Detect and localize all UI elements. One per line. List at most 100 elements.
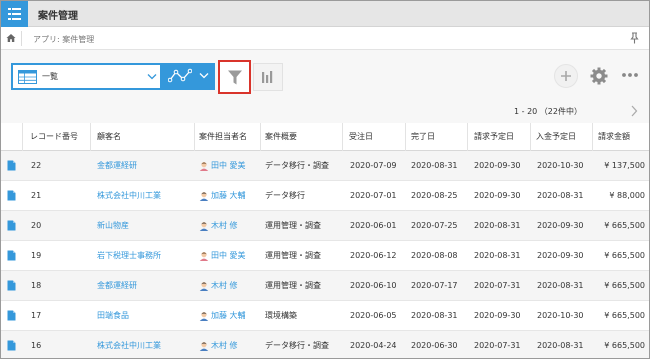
- chevron-right-icon[interactable]: [630, 105, 638, 117]
- table-row[interactable]: 20 新山物産 木村 修 運用管理・調査 2020-06-01 2020-07-25 202…: [1, 211, 649, 241]
- user-icon: [199, 252, 209, 261]
- done-date-cell: 2020-07-25: [411, 221, 458, 230]
- breadcrumb: アプリ: 案件管理: [1, 27, 649, 50]
- summary-cell: データ移行・調査: [265, 161, 329, 170]
- done-date-cell: 2020-07-17: [411, 281, 458, 290]
- customer-link[interactable]: 田端食品: [97, 301, 129, 331]
- summary-cell: 環境構築: [265, 311, 297, 320]
- amount-cell: ¥ 137,500: [604, 161, 645, 170]
- document-icon[interactable]: [7, 310, 16, 321]
- order-date-cell: 2020-06-10: [350, 281, 397, 290]
- table-row[interactable]: 16 株式会社中川工業 木村 修 データ移行・調査 2020-04-24 2020-06-…: [1, 331, 649, 358]
- done-date-cell: 2020-06-30: [411, 341, 458, 350]
- bill-date-cell: 2020-09-30: [474, 161, 521, 170]
- column-header[interactable]: レコード番号: [30, 123, 78, 151]
- more-icon[interactable]: [621, 71, 639, 79]
- customer-link[interactable]: 金都運経研: [97, 151, 137, 181]
- table-header: レコード番号 顧客名 案件担当者名 案件概要 受注日 完了日 請求予定日 入金予…: [1, 123, 649, 151]
- graph-view-button[interactable]: [253, 63, 283, 91]
- column-header[interactable]: 請求予定日: [474, 123, 514, 151]
- bill-date-cell: 2020-07-31: [474, 281, 521, 290]
- table-row[interactable]: 17 田端食品 加藤 大輔 環境構築 2020-06-05 2020-08-31 2020-…: [1, 301, 649, 331]
- document-icon[interactable]: [7, 160, 16, 171]
- assignee-link[interactable]: 加藤 大輔: [211, 181, 246, 211]
- app-list-icon[interactable]: [1, 1, 28, 27]
- order-date-cell: 2020-06-05: [350, 311, 397, 320]
- document-icon[interactable]: [7, 250, 16, 261]
- document-icon[interactable]: [7, 220, 16, 231]
- assignee-link[interactable]: 加藤 大輔: [211, 301, 246, 331]
- app-title: 案件管理: [38, 11, 78, 22]
- column-header[interactable]: 顧客名: [97, 123, 121, 151]
- assignee-link[interactable]: 木村 修: [211, 271, 238, 301]
- bill-date-cell: 2020-09-30: [474, 191, 521, 200]
- column-header[interactable]: 案件担当者名: [199, 123, 247, 151]
- amount-cell: ¥ 665,500: [604, 251, 645, 260]
- done-date-cell: 2020-08-08: [411, 251, 458, 260]
- customer-link[interactable]: 新山物産: [97, 211, 129, 241]
- table-row[interactable]: 22 金都運経研 田中 愛美 データ移行・調査 2020-07-09 2020-08-31…: [1, 151, 649, 181]
- customer-link[interactable]: 金都運経研: [97, 271, 137, 301]
- order-date-cell: 2020-06-12: [350, 251, 397, 260]
- record-number: 20: [31, 221, 42, 230]
- column-header[interactable]: 入金予定日: [536, 123, 576, 151]
- user-icon: [199, 312, 209, 321]
- payment-date-cell: 2020-10-30: [537, 161, 584, 170]
- column-header[interactable]: 受注日: [349, 123, 373, 151]
- record-number: 19: [31, 251, 42, 260]
- summary-cell: 運用管理・調査: [265, 251, 321, 260]
- bill-date-cell: 2020-07-31: [474, 341, 521, 350]
- column-header[interactable]: 案件概要: [265, 123, 297, 151]
- summary-cell: データ移行・調査: [265, 341, 329, 350]
- bar-chart-icon: [262, 71, 273, 83]
- payment-date-cell: 2020-10-30: [537, 311, 584, 320]
- order-date-cell: 2020-06-01: [350, 221, 397, 230]
- amount-cell: ¥ 665,500: [604, 221, 645, 230]
- bill-date-cell: 2020-08-31: [474, 251, 521, 260]
- document-icon[interactable]: [7, 190, 16, 201]
- record-number: 16: [31, 341, 42, 350]
- add-record-button[interactable]: [554, 64, 578, 88]
- customer-link[interactable]: 株式会社中川工業: [97, 181, 161, 211]
- table-row[interactable]: 18 金都運経研 木村 修 運用管理・調査 2020-06-10 2020-07-17 20…: [1, 271, 649, 301]
- summary-cell: 運用管理・調査: [265, 221, 321, 230]
- table-row[interactable]: 21 株式会社中川工業 加藤 大輔 データ移行 2020-07-01 2020-08-25…: [1, 181, 649, 211]
- document-icon[interactable]: [7, 340, 16, 351]
- plus-icon: [561, 71, 571, 81]
- user-icon: [199, 222, 209, 231]
- view-selector[interactable]: 一覧: [11, 63, 162, 90]
- order-date-cell: 2020-07-01: [350, 191, 397, 200]
- summary-cell: 運用管理・調査: [265, 281, 321, 290]
- amount-cell: ¥ 665,500: [604, 341, 645, 350]
- table-row[interactable]: 19 岩下税理士事務所 田中 愛美 運用管理・調査 2020-06-12 2020-08-…: [1, 241, 649, 271]
- assignee-link[interactable]: 田中 愛美: [211, 151, 246, 181]
- user-icon: [199, 162, 209, 171]
- customer-link[interactable]: 岩下税理士事務所: [97, 241, 161, 271]
- payment-date-cell: 2020-09-30: [537, 221, 584, 230]
- breadcrumb-divider: [21, 31, 22, 46]
- document-icon[interactable]: [7, 280, 16, 291]
- home-icon[interactable]: [6, 33, 16, 43]
- pagination-text: 1 - 20 （22件中）: [514, 107, 582, 116]
- breadcrumb-app-link[interactable]: アプリ: 案件管理: [33, 34, 94, 45]
- gear-icon[interactable]: [589, 66, 609, 86]
- graph-menu-button[interactable]: [162, 63, 215, 90]
- filter-button[interactable]: [218, 60, 251, 94]
- filter-icon: [228, 70, 242, 85]
- customer-link[interactable]: 株式会社中川工業: [97, 331, 161, 358]
- amount-cell: ¥ 665,500: [604, 311, 645, 320]
- assignee-link[interactable]: 木村 修: [211, 211, 238, 241]
- graph-icon: [168, 68, 192, 83]
- assignee-link[interactable]: 木村 修: [211, 331, 238, 358]
- column-header[interactable]: 請求金額: [598, 123, 630, 151]
- record-number: 17: [31, 311, 42, 320]
- column-header[interactable]: 完了日: [411, 123, 435, 151]
- pin-icon[interactable]: [630, 32, 639, 44]
- app-window: 案件管理 アプリ: 案件管理 一覧 1 - 20 （22件中） レコード番号 顧…: [0, 0, 650, 359]
- amount-cell: ¥ 665,500: [604, 281, 645, 290]
- chevron-down-icon: [199, 73, 209, 79]
- payment-date-cell: 2020-08-31: [537, 191, 584, 200]
- assignee-link[interactable]: 田中 愛美: [211, 241, 246, 271]
- done-date-cell: 2020-08-31: [411, 161, 458, 170]
- record-number: 22: [31, 161, 42, 170]
